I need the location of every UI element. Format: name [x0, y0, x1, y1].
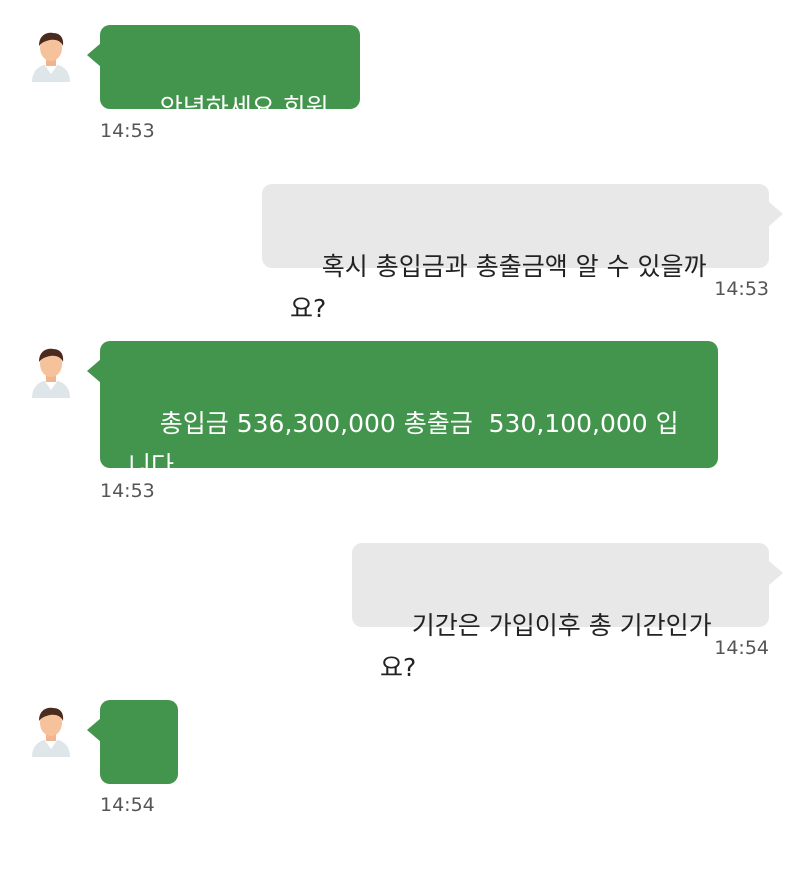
message-timestamp: 14:54: [714, 637, 769, 659]
outgoing-message-bubble[interactable]: 기간은 가입이후 총 기간인가요?: [352, 543, 769, 682]
message-text: 안녕하세요 회원님: [128, 93, 329, 164]
bubble-tail: [87, 359, 101, 383]
bubble-tail: [769, 561, 783, 585]
message-timestamp: 14:53: [714, 278, 769, 300]
chat-thread: 안녕하세요 회원님 14:53 혹시 총입금과 총출금액 알 수 있을까요? 1…: [0, 0, 800, 839]
bubble-tail: [769, 202, 783, 226]
message-timestamp: 14:53: [100, 480, 155, 502]
incoming-message-bubble[interactable]: 총입금 536,300,000 총출금 530,100,000 입니다: [100, 341, 718, 480]
bubble-tail: [87, 718, 101, 742]
user-avatar-icon[interactable]: [28, 346, 74, 398]
message-timestamp: 14:53: [100, 120, 155, 142]
user-avatar-icon[interactable]: [28, 705, 74, 757]
incoming-message-bubble[interactable]: 안녕하세요 회원님: [100, 25, 360, 164]
message-text: 혹시 총입금과 총출금액 알 수 있을까요?: [290, 252, 707, 323]
incoming-message-bubble[interactable]: 네: [100, 700, 178, 839]
message-text: 기간은 가입이후 총 기간인가요?: [380, 611, 712, 682]
user-avatar-icon[interactable]: [28, 30, 74, 82]
bubble-tail: [87, 43, 101, 67]
message-timestamp: 14:54: [100, 794, 155, 816]
message-text: 총입금 536,300,000 총출금 530,100,000 입니다: [128, 409, 679, 480]
outgoing-message-bubble[interactable]: 혹시 총입금과 총출금액 알 수 있을까요?: [262, 184, 769, 323]
